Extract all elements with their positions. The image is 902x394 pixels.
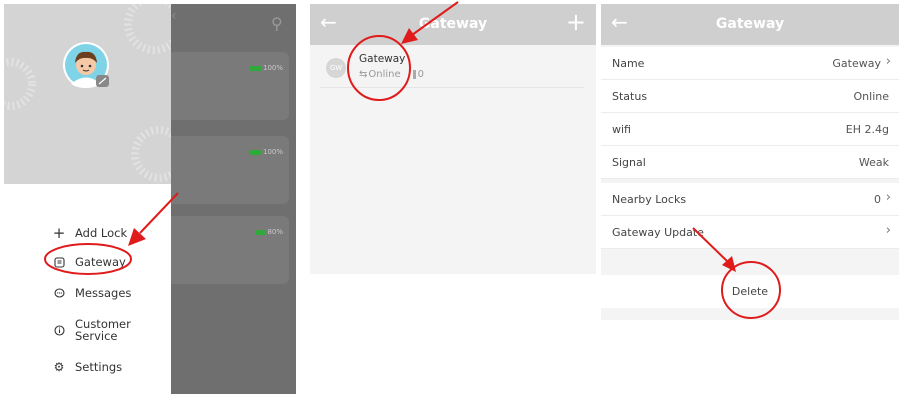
plus-icon: + <box>52 224 66 242</box>
add-icon[interactable]: + <box>566 8 586 36</box>
delete-label: Delete <box>731 285 769 298</box>
row-value: EH 2.4g <box>845 122 889 136</box>
row-label: Gateway Update <box>612 225 704 239</box>
signal-row: Signal Weak <box>601 146 899 179</box>
menu-item-label: Settings <box>75 360 123 374</box>
row-value: Gateway <box>832 56 881 70</box>
gateway-status: ⇆ Online 0 <box>359 69 425 80</box>
gateway-avatar: GW <box>326 58 346 78</box>
menu-item-label: Gateway <box>75 255 126 269</box>
row-label: Signal <box>612 155 646 169</box>
battery-icon <box>256 229 266 235</box>
nav-bar: ← Gateway + <box>310 4 596 45</box>
menu-item-label: Customer Service <box>75 317 131 343</box>
search-icon[interactable]: ⚲ <box>271 14 283 33</box>
back-icon: ‹ <box>171 8 177 24</box>
lock-card[interactable]: 80% <box>171 216 289 284</box>
gateway-icon <box>53 256 65 268</box>
menu-item-customer-service[interactable]: Customer Service <box>53 317 131 343</box>
avatar[interactable] <box>62 41 110 89</box>
gateway-detail-screen: ← Gateway Name Gateway › Status Online w… <box>601 4 899 320</box>
row-label: Name <box>612 56 645 70</box>
row-label: Status <box>612 89 648 103</box>
row-value: Weak <box>858 155 889 169</box>
side-drawer-screen: ⚲ ‹ 100% 100% 80% + Add Lock Gateway Mes… <box>4 4 296 394</box>
wifi-row: wifi EH 2.4g <box>601 113 899 146</box>
menu-item-settings[interactable]: ⚙ Settings <box>53 360 123 374</box>
row-label: wifi <box>612 122 631 136</box>
header-pattern <box>4 4 171 182</box>
delete-button[interactable]: Delete <box>601 275 899 308</box>
gear-icon: ⚙ <box>53 360 65 374</box>
gateway-name: Gateway <box>359 53 406 65</box>
menu-item-label: Add Lock <box>75 226 128 240</box>
battery-icon <box>249 149 261 155</box>
drawer-menu: + Add Lock Gateway Messages Customer Ser… <box>4 184 171 394</box>
gateway-update-row[interactable]: Gateway Update › <box>601 216 899 249</box>
chevron-right-icon: › <box>885 54 891 69</box>
menu-item-messages[interactable]: Messages <box>53 286 131 300</box>
row-value: Online <box>853 89 889 103</box>
page-title: Gateway <box>715 16 785 32</box>
menu-item-label: Messages <box>75 286 132 300</box>
nav-bar: ← Gateway <box>601 4 899 45</box>
user-avatar-icon <box>63 42 109 88</box>
lock-count-icon <box>412 70 416 79</box>
drawer-header <box>4 4 171 184</box>
row-label: Nearby Locks <box>612 192 687 206</box>
battery-icon <box>249 65 261 71</box>
info-icon <box>53 324 65 336</box>
status-row: Status Online <box>601 80 899 113</box>
battery-indicator: 100% <box>249 148 283 156</box>
chevron-right-icon: › <box>885 190 891 205</box>
menu-item-add-lock[interactable]: + Add Lock <box>52 224 128 242</box>
lock-count: 0 <box>417 69 425 80</box>
battery-indicator: 100% <box>249 64 283 72</box>
sync-arrows-icon: ⇆ <box>359 69 368 80</box>
lock-card[interactable]: 100% <box>171 52 289 120</box>
menu-item-gateway[interactable]: Gateway <box>53 255 126 269</box>
chevron-right-icon: › <box>885 223 891 238</box>
page-title: Gateway <box>418 16 488 32</box>
gateway-list-item[interactable]: GW Gateway ⇆ Online 0 <box>320 49 584 88</box>
nearby-locks-row[interactable]: Nearby Locks 0 › <box>601 183 899 216</box>
name-row[interactable]: Name Gateway › <box>601 47 899 80</box>
row-value: 0 <box>874 192 881 206</box>
battery-indicator: 80% <box>256 228 283 236</box>
chat-bubble-icon <box>53 287 65 299</box>
gateway-list-screen: ← Gateway + GW Gateway ⇆ Online 0 <box>310 4 596 274</box>
lock-card[interactable]: 100% <box>171 136 289 204</box>
